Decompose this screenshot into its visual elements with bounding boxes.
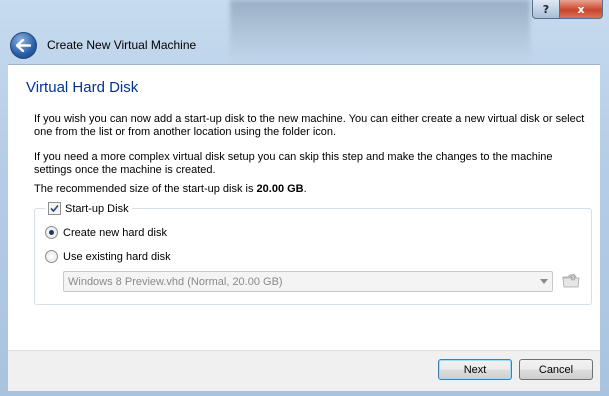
recommended-size-text: The recommended size of the start-up dis… xyxy=(34,183,589,196)
checkbox-box[interactable] xyxy=(48,202,61,215)
use-existing-disk-label: Use existing hard disk xyxy=(63,250,171,263)
startup-disk-group: Start-up Disk Create new hard disk Use e… xyxy=(34,202,592,305)
back-arrow-icon xyxy=(16,38,31,52)
next-button[interactable]: Next xyxy=(438,359,512,380)
close-button[interactable]: x xyxy=(560,0,603,19)
back-button[interactable] xyxy=(10,31,37,59)
title-buttons: ? x xyxy=(532,0,603,19)
checkmark-icon xyxy=(50,204,59,213)
startup-disk-label: Start-up Disk xyxy=(65,202,129,215)
existing-disk-value: Windows 8 Preview.vhd (Normal, 20.00 GB) xyxy=(68,275,283,288)
chevron-down-icon xyxy=(536,279,552,284)
intro-text: If you wish you can now add a start-up d… xyxy=(34,113,585,138)
choose-disk-file-button[interactable] xyxy=(561,272,581,290)
window-frame: ? x Create New Virtual Machine Virtual H… xyxy=(0,0,609,396)
startup-disk-checkbox[interactable]: Start-up Disk xyxy=(45,202,132,215)
window-title: Create New Virtual Machine xyxy=(47,38,197,52)
recommended-size-value: 20.00 GB xyxy=(256,183,304,195)
recommended-suffix: . xyxy=(303,183,307,195)
cancel-button[interactable]: Cancel xyxy=(519,359,593,380)
radio-selected-dot xyxy=(49,230,54,235)
use-existing-disk-radio[interactable] xyxy=(45,250,58,263)
page-title: Virtual Hard Disk xyxy=(26,79,139,96)
existing-disk-select[interactable]: Windows 8 Preview.vhd (Normal, 20.00 GB) xyxy=(63,271,553,292)
button-bar: Next Cancel xyxy=(8,350,600,391)
wizard-header: Create New Virtual Machine xyxy=(8,26,601,64)
create-new-disk-radio[interactable] xyxy=(45,226,58,239)
help-button[interactable]: ? xyxy=(532,0,560,19)
use-existing-disk-option[interactable]: Use existing hard disk xyxy=(45,250,171,263)
folder-icon xyxy=(562,273,580,288)
recommended-prefix: The recommended size of the start-up dis… xyxy=(34,183,257,195)
complex-setup-text: If you need a more complex virtual disk … xyxy=(34,151,553,176)
create-new-disk-label: Create new hard disk xyxy=(63,226,167,239)
content-panel: Virtual Hard Disk If you wish you can no… xyxy=(8,64,600,351)
create-new-disk-option[interactable]: Create new hard disk xyxy=(45,226,167,239)
